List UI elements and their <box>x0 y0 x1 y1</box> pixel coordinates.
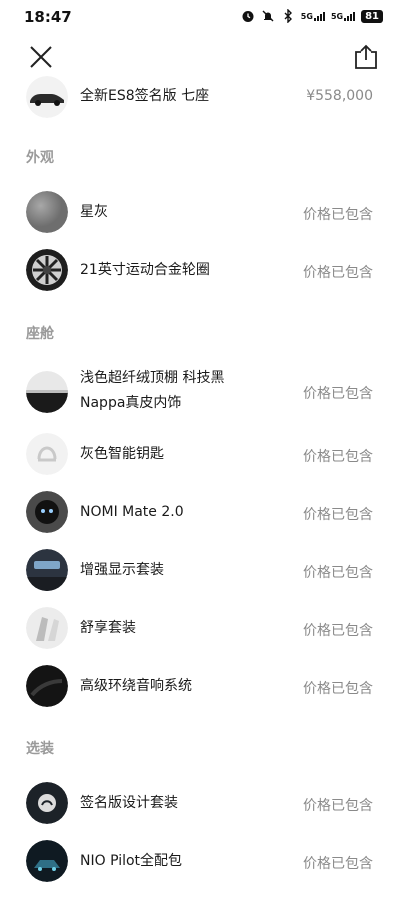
signal-icon: 5G <box>301 11 325 21</box>
item-price: 价格已包含 <box>303 507 373 523</box>
speaker-icon <box>26 665 68 707</box>
hud-icon <box>26 549 68 591</box>
section-title-exterior: 外观 <box>26 150 54 166</box>
item-name: 灰色智能钥匙 <box>80 446 164 462</box>
item-price: 价格已包含 <box>303 565 373 581</box>
list-item-key: 灰色智能钥匙 价格已包含 <box>0 432 405 476</box>
bluetooth-icon <box>284 9 292 23</box>
car-price: ¥558,000 <box>306 88 373 104</box>
status-bar: 18:47 5G 5G 81 <box>0 0 405 34</box>
item-name: 舒享套装 <box>80 620 136 636</box>
item-price: 价格已包含 <box>303 681 373 697</box>
status-time: 18:47 <box>24 8 72 26</box>
signal-icon: 5G <box>331 11 356 21</box>
item-price: 价格已包含 <box>303 449 373 465</box>
item-price: 价格已包含 <box>303 386 373 402</box>
list-item-comfort: 舒享套装 价格已包含 <box>0 606 405 650</box>
item-name-line2: Nappa真皮内饰 <box>80 395 182 411</box>
section-title-options: 选装 <box>26 741 54 757</box>
nav-bar <box>0 36 405 76</box>
section-title-cabin: 座舱 <box>26 326 54 342</box>
mute-icon <box>262 10 274 22</box>
item-name: 高级环绕音响系统 <box>80 678 192 694</box>
pilot-icon <box>26 840 68 882</box>
close-icon[interactable] <box>26 42 56 72</box>
share-icon[interactable] <box>351 42 381 72</box>
item-name: 星灰 <box>80 204 108 220</box>
header-item-car: 全新ES8签名版 七座 ¥558,000 <box>0 74 405 120</box>
item-name: NIO Pilot全配包 <box>80 853 183 869</box>
battery-indicator: 81 <box>361 9 383 23</box>
item-price: 价格已包含 <box>303 623 373 639</box>
list-item-signature: 签名版设计套装 价格已包含 <box>0 781 405 825</box>
color-swatch-icon <box>26 191 68 233</box>
item-price: 价格已包含 <box>303 798 373 814</box>
item-price: 价格已包含 <box>303 265 373 281</box>
item-price: 价格已包含 <box>303 207 373 223</box>
car-thumbnail <box>26 76 68 118</box>
nomi-icon <box>26 491 68 533</box>
interior-swatch-icon <box>26 371 68 413</box>
list-item-hud: 增强显示套装 价格已包含 <box>0 548 405 592</box>
key-icon <box>26 433 68 475</box>
list-item-interior: 浅色超纤绒顶棚 科技黑 Nappa真皮内饰 价格已包含 <box>0 366 405 418</box>
item-name: 签名版设计套装 <box>80 795 178 811</box>
list-item-audio: 高级环绕音响系统 价格已包含 <box>0 664 405 708</box>
item-name: NOMI Mate 2.0 <box>80 504 184 520</box>
item-name-line1: 浅色超纤绒顶棚 科技黑 <box>80 370 225 386</box>
list-item-wheels: 21英寸运动合金轮圈 价格已包含 <box>0 248 405 292</box>
list-item-nomi: NOMI Mate 2.0 价格已包含 <box>0 490 405 534</box>
seat-icon <box>26 607 68 649</box>
list-item-pilot: NIO Pilot全配包 价格已包含 <box>0 839 405 883</box>
wheel-icon <box>26 249 68 291</box>
signature-icon <box>26 782 68 824</box>
status-icons: 5G 5G 81 <box>241 9 383 23</box>
item-name: 21英寸运动合金轮圈 <box>80 262 210 278</box>
item-price: 价格已包含 <box>303 856 373 872</box>
list-item-star-gray: 星灰 价格已包含 <box>0 190 405 234</box>
car-name: 全新ES8签名版 七座 <box>80 88 210 104</box>
alarm-icon <box>242 11 254 22</box>
item-name: 增强显示套装 <box>80 562 164 578</box>
